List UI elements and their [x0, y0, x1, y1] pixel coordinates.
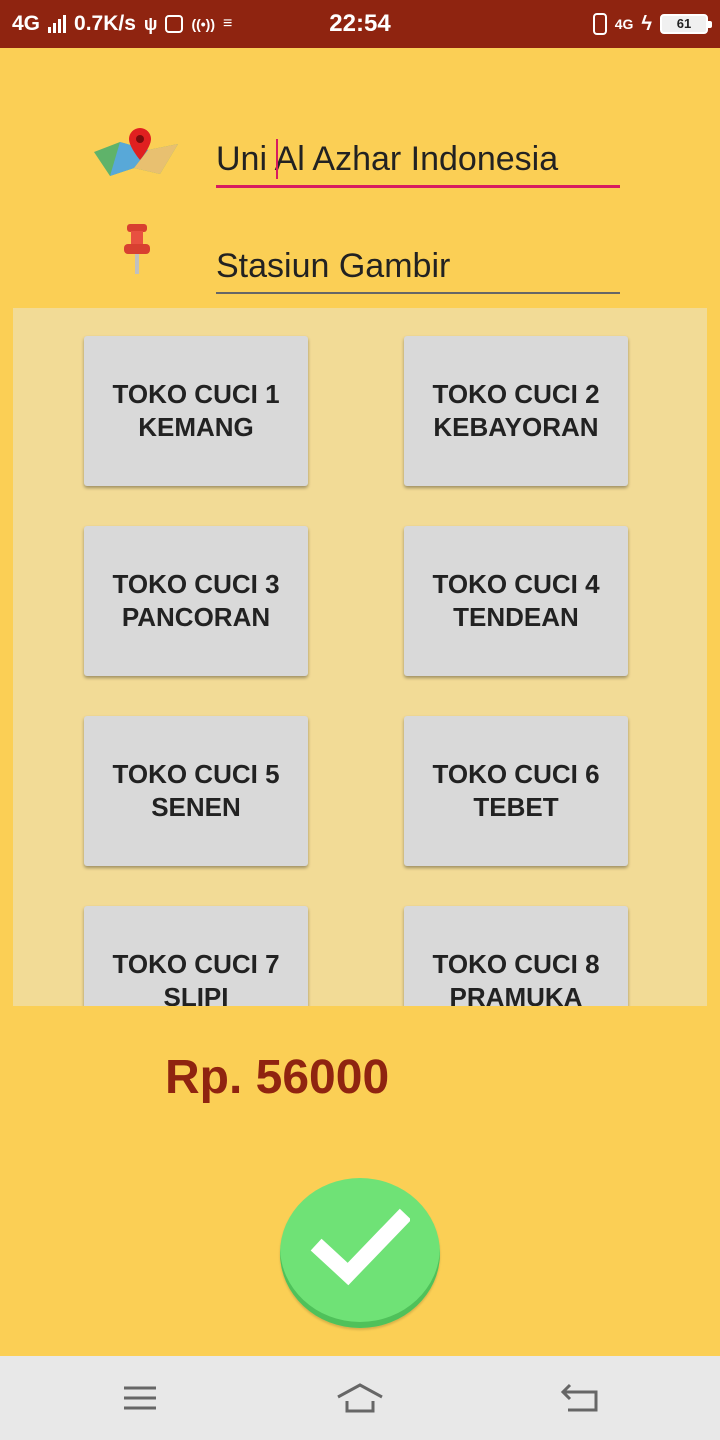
destination-field[interactable]: Stasiun Gambir: [216, 247, 620, 294]
confirm-button[interactable]: [280, 1178, 440, 1328]
price-label: Rp. 56000: [165, 1051, 390, 1104]
store-button-7[interactable]: TOKO CUCI 7 SLIPI: [84, 906, 308, 1006]
store-button-8[interactable]: TOKO CUCI 8 PRAMUKA: [404, 906, 628, 1006]
battery-icon: 61: [660, 14, 712, 34]
status-bar: 4G 0.7K/s ψ ((•)) ≡ 22:54 4G ϟ 61: [0, 0, 720, 48]
store-button-6[interactable]: TOKO CUCI 6 TEBET: [404, 716, 628, 866]
back-icon: [560, 1383, 598, 1412]
battery-level: 61: [676, 16, 692, 31]
origin-text: Uni Al Azhar Indonesia: [216, 140, 559, 178]
menu-icon: [124, 1386, 156, 1410]
pushpin-icon: [122, 222, 152, 278]
status-right: 4G ϟ 61: [592, 0, 712, 48]
home-button[interactable]: [300, 1356, 420, 1440]
map-pin-icon: [90, 124, 182, 180]
charging-icon: ϟ: [641, 12, 652, 35]
navigation-bar: [0, 1356, 720, 1440]
destination-text: Stasiun Gambir: [216, 247, 451, 285]
menu-button[interactable]: [80, 1356, 200, 1440]
vibrate-icon: [592, 13, 607, 35]
store-list[interactable]: TOKO CUCI 1 KEMANG TOKO CUCI 2 KEBAYORAN…: [13, 308, 707, 1006]
network-type-right: 4G: [614, 16, 634, 32]
store-button-1[interactable]: TOKO CUCI 1 KEMANG: [84, 336, 308, 486]
text-caret: [276, 139, 278, 179]
origin-field[interactable]: Uni Al Azhar Indonesia: [216, 139, 620, 188]
store-button-3[interactable]: TOKO CUCI 3 PANCORAN: [84, 526, 308, 676]
store-button-5[interactable]: TOKO CUCI 5 SENEN: [84, 716, 308, 866]
home-icon: [337, 1383, 383, 1413]
back-button[interactable]: [520, 1356, 640, 1440]
store-button-4[interactable]: TOKO CUCI 4 TENDEAN: [404, 526, 628, 676]
checkmark-icon: [310, 1208, 410, 1286]
store-button-2[interactable]: TOKO CUCI 2 KEBAYORAN: [404, 336, 628, 486]
